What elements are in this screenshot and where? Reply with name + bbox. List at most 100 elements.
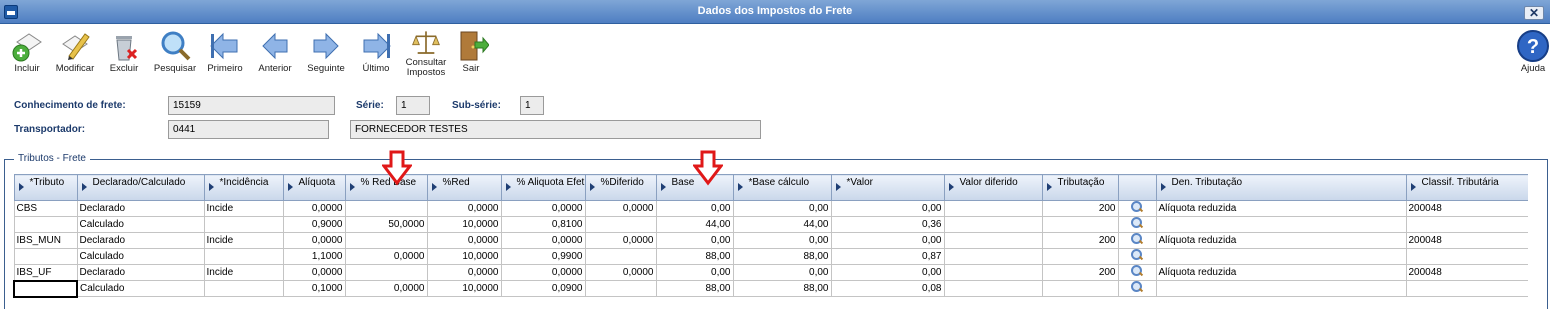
table-cell[interactable]: IBS_MUN: [13, 232, 78, 249]
table-cell[interactable]: [943, 264, 1043, 281]
table-cell[interactable]: 0,87: [830, 248, 945, 265]
table-cell[interactable]: Alíquota reduzida: [1155, 264, 1407, 281]
table-cell[interactable]: Declarado: [76, 200, 205, 217]
table-cell[interactable]: [943, 280, 1043, 297]
table-cell[interactable]: [943, 216, 1043, 233]
table-cell[interactable]: [344, 200, 428, 217]
table-row[interactable]: Calculado 1,1000 0,0000 10,0000 0,9900 88,00 8…: [13, 248, 1528, 265]
lookup-search-icon[interactable]: [1131, 249, 1143, 262]
table-cell[interactable]: 0,0000: [500, 264, 586, 281]
table-cell[interactable]: [1405, 248, 1528, 265]
transportador-code-field[interactable]: 0441: [168, 120, 329, 139]
table-cell[interactable]: [1041, 216, 1119, 233]
table-cell[interactable]: 0,00: [655, 264, 734, 281]
table-cell[interactable]: 0,0000: [426, 264, 502, 281]
table-cell[interactable]: [203, 216, 284, 233]
table-cell[interactable]: IBS_UF: [13, 264, 78, 281]
table-cell[interactable]: 0,9900: [500, 248, 586, 265]
table-cell[interactable]: Alíquota reduzida: [1155, 232, 1407, 249]
column-header[interactable]: *Base cálculo: [732, 174, 832, 201]
table-cell[interactable]: 44,00: [655, 216, 734, 233]
table-cell[interactable]: [13, 216, 78, 233]
column-header[interactable]: *Incidência: [203, 174, 284, 201]
table-cell[interactable]: 0,0000: [282, 232, 346, 249]
consultar-impostos-button[interactable]: Consultar Impostos: [401, 26, 451, 78]
column-header[interactable]: %Diferido: [584, 174, 657, 201]
table-cell[interactable]: [1117, 264, 1157, 281]
table-row[interactable]: Calculado 0,1000 0,0000 10,0000 0,0900 88,00 8…: [13, 279, 1528, 298]
table-cell[interactable]: Incide: [203, 232, 284, 249]
table-cell[interactable]: [1155, 216, 1407, 233]
subserie-field[interactable]: 1: [520, 96, 544, 115]
sair-button[interactable]: Sair: [446, 26, 496, 74]
column-header[interactable]: Classif. Tributária: [1405, 174, 1528, 201]
table-cell[interactable]: [344, 232, 428, 249]
table-cell[interactable]: [13, 279, 78, 298]
pesquisar-button[interactable]: Pesquisar: [150, 26, 200, 74]
table-cell[interactable]: 0,0000: [282, 264, 346, 281]
table-cell[interactable]: 0,0000: [584, 264, 657, 281]
excluir-button[interactable]: Excluir: [99, 26, 149, 74]
table-cell[interactable]: [943, 232, 1043, 249]
ultimo-button[interactable]: Último: [351, 26, 401, 74]
table-cell[interactable]: 10,0000: [426, 216, 502, 233]
table-cell[interactable]: 0,00: [655, 200, 734, 217]
table-cell[interactable]: 88,00: [655, 248, 734, 265]
table-cell[interactable]: [943, 248, 1043, 265]
table-cell[interactable]: [203, 248, 284, 265]
table-cell[interactable]: CBS: [13, 200, 78, 217]
table-cell[interactable]: 0,36: [830, 216, 945, 233]
table-cell[interactable]: 88,00: [655, 280, 734, 297]
table-cell[interactable]: 200048: [1405, 264, 1528, 281]
column-header[interactable]: Tributação: [1041, 174, 1119, 201]
table-row[interactable]: IBS_UF Declarado Incide 0,0000 0,0000 0,0000 0…: [13, 264, 1528, 281]
table-cell[interactable]: [943, 200, 1043, 217]
lookup-search-icon[interactable]: [1131, 233, 1143, 246]
column-header[interactable]: %Red: [426, 174, 502, 201]
table-cell[interactable]: 0,00: [830, 200, 945, 217]
seguinte-button[interactable]: Seguinte: [301, 26, 351, 74]
table-cell[interactable]: 0,00: [732, 232, 832, 249]
table-cell[interactable]: [1405, 216, 1528, 233]
table-cell[interactable]: Alíquota reduzida: [1155, 200, 1407, 217]
column-header[interactable]: Valor diferido: [943, 174, 1043, 201]
table-cell[interactable]: 0,0000: [500, 200, 586, 217]
table-cell[interactable]: 0,0900: [500, 280, 586, 297]
ajuda-button[interactable]: ? Ajuda: [1508, 26, 1550, 74]
table-cell[interactable]: Declarado: [76, 264, 205, 281]
anterior-button[interactable]: Anterior: [250, 26, 300, 74]
table-cell[interactable]: Incide: [203, 200, 284, 217]
close-button[interactable]: ✕: [1524, 6, 1544, 20]
column-header[interactable]: % Aliquota Efet.: [500, 174, 586, 201]
table-cell[interactable]: [1041, 248, 1119, 265]
column-header[interactable]: Alíquota: [282, 174, 346, 201]
table-cell[interactable]: 200: [1041, 232, 1119, 249]
table-cell[interactable]: 0,9000: [282, 216, 346, 233]
table-cell[interactable]: [344, 264, 428, 281]
lookup-search-icon[interactable]: [1131, 217, 1143, 230]
table-cell[interactable]: 0,00: [732, 200, 832, 217]
table-cell[interactable]: [584, 216, 657, 233]
table-cell[interactable]: 1,1000: [282, 248, 346, 265]
table-cell[interactable]: 200: [1041, 264, 1119, 281]
table-cell[interactable]: 0,0000: [344, 248, 428, 265]
table-cell[interactable]: 0,08: [830, 280, 945, 297]
column-header[interactable]: Den. Tributação: [1155, 174, 1407, 201]
table-cell[interactable]: 0,0000: [426, 232, 502, 249]
table-cell[interactable]: 0,00: [732, 264, 832, 281]
column-header[interactable]: Declarado/Calculado: [76, 174, 205, 201]
table-cell[interactable]: Calculado: [76, 216, 205, 233]
table-cell[interactable]: Incide: [203, 264, 284, 281]
table-cell[interactable]: [1117, 280, 1157, 297]
table-cell[interactable]: [1117, 232, 1157, 249]
incluir-button[interactable]: Incluir: [2, 26, 52, 74]
conhecimento-field[interactable]: 15159: [168, 96, 335, 115]
table-cell[interactable]: 50,0000: [344, 216, 428, 233]
column-header[interactable]: [1117, 174, 1157, 201]
table-row[interactable]: IBS_MUN Declarado Incide 0,0000 0,0000 0,0000…: [13, 232, 1528, 249]
lookup-search-icon[interactable]: [1131, 201, 1143, 214]
table-cell[interactable]: [1117, 200, 1157, 217]
table-cell[interactable]: 10,0000: [426, 280, 502, 297]
serie-field[interactable]: 1: [396, 96, 430, 115]
table-cell[interactable]: 10,0000: [426, 248, 502, 265]
